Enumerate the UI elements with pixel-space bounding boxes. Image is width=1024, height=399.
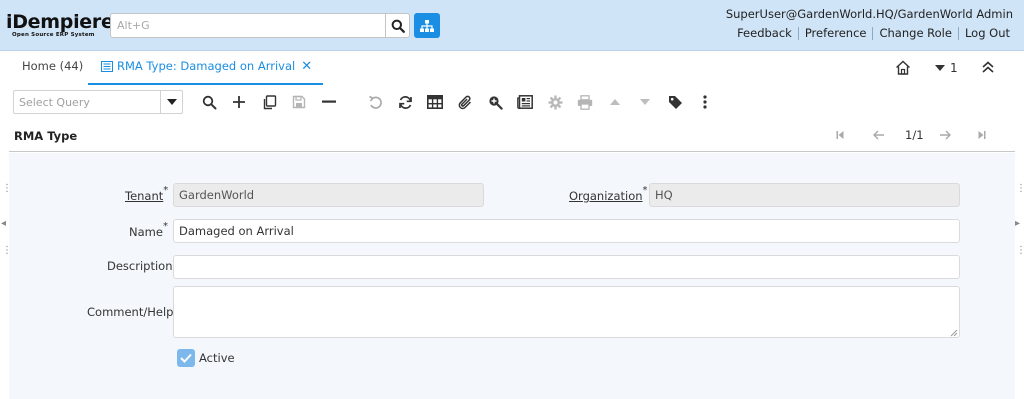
- idempiere-logo[interactable]: iDempiere Open Source ERP System: [6, 11, 114, 40]
- window-count: 1: [950, 61, 958, 75]
- required-marker: *: [162, 221, 168, 232]
- right-splitter-grip[interactable]: ⋮: [1016, 184, 1024, 194]
- zoom-icon[interactable]: [485, 92, 505, 112]
- organization-label: Organization*: [569, 185, 648, 203]
- select-query-input[interactable]: [14, 91, 160, 113]
- required-marker: *: [163, 185, 169, 196]
- refresh-icon[interactable]: [395, 92, 415, 112]
- window-toolbar: [0, 86, 1024, 118]
- tab-rma-type[interactable]: RMA Type: Damaged on Arrival ✕: [88, 59, 324, 85]
- delete-icon[interactable]: [319, 92, 339, 112]
- search-icon: [391, 19, 405, 33]
- tenant-field: GardenWorld: [173, 183, 484, 207]
- user-context[interactable]: SuperUser@GardenWorld.HQ/GardenWorld Adm…: [726, 7, 1013, 21]
- new-record-icon[interactable]: [229, 92, 249, 112]
- global-search-input[interactable]: [111, 14, 383, 37]
- window-list-dropdown[interactable]: 1: [935, 61, 958, 75]
- name-label-text: Name: [129, 224, 163, 239]
- collapse-icon[interactable]: [981, 60, 995, 77]
- record-status-bar: RMA Type 1/1: [9, 121, 1015, 152]
- tag-icon[interactable]: [665, 92, 685, 112]
- preference-link[interactable]: Preference: [797, 27, 873, 40]
- tenant-label: Tenant*: [125, 185, 169, 203]
- previous-record-icon[interactable]: [873, 129, 885, 143]
- print-icon[interactable]: [575, 92, 595, 112]
- active-tab-indicator: [88, 83, 324, 85]
- process-icon[interactable]: [545, 92, 565, 112]
- next-icon[interactable]: [635, 92, 655, 112]
- description-label: Description: [107, 259, 173, 273]
- more-icon[interactable]: [695, 92, 715, 112]
- change-role-link[interactable]: Change Role: [872, 27, 957, 40]
- next-record-icon[interactable]: [939, 129, 951, 143]
- logo-tagline: Open Source ERP System: [12, 32, 95, 38]
- tab-label: RMA Type: Damaged on Arrival: [117, 59, 296, 73]
- left-splitter-arrow[interactable]: ◂: [1, 218, 6, 229]
- name-field[interactable]: Damaged on Arrival: [173, 219, 960, 243]
- select-query: [13, 90, 183, 114]
- caret-down-icon: [935, 65, 945, 71]
- tab-home[interactable]: Home (44): [22, 59, 83, 73]
- report-icon[interactable]: [515, 92, 535, 112]
- right-splitter-arrow[interactable]: ▸: [1015, 218, 1020, 229]
- required-marker: *: [642, 185, 648, 196]
- first-record-icon[interactable]: [835, 129, 845, 143]
- home-icon[interactable]: [895, 60, 911, 78]
- comment-help-field[interactable]: [173, 286, 960, 338]
- menu-tree-button[interactable]: [414, 13, 440, 38]
- right-splitter-grip-2[interactable]: ⋮: [1016, 246, 1024, 256]
- name-label: Name*: [129, 221, 168, 239]
- active-checkbox[interactable]: [177, 349, 195, 367]
- description-field[interactable]: [173, 255, 960, 279]
- active-label[interactable]: Active: [199, 351, 235, 365]
- feedback-link[interactable]: Feedback: [731, 27, 798, 40]
- search-icon[interactable]: [199, 92, 219, 112]
- header-links: Feedback Preference Change Role Log Out: [731, 27, 1016, 40]
- tab-title: RMA Type: [14, 129, 78, 143]
- organization-field: HQ: [649, 183, 960, 207]
- record-form: Tenant* GardenWorld Organization* HQ Nam…: [9, 153, 1015, 399]
- comment-help-label: Comment/Help: [87, 305, 174, 319]
- query-dropdown-button[interactable]: [160, 91, 182, 113]
- previous-icon[interactable]: [605, 92, 625, 112]
- window-tab-bar: Home (44) RMA Type: Damaged on Arrival ✕…: [9, 51, 1015, 85]
- save-icon[interactable]: [289, 92, 309, 112]
- header-bar: iDempiere Open Source ERP System SuperUs…: [0, 0, 1024, 51]
- attachment-icon[interactable]: [455, 92, 475, 112]
- last-record-icon[interactable]: [977, 129, 987, 143]
- organization-label-text[interactable]: Organization: [569, 189, 643, 203]
- undo-icon[interactable]: [365, 92, 385, 112]
- copy-icon[interactable]: [259, 92, 279, 112]
- global-search: [110, 13, 410, 38]
- window-icon: [101, 60, 113, 72]
- logo-word: iDempiere: [6, 11, 114, 33]
- resize-grip-icon[interactable]: [950, 329, 958, 337]
- record-pager: 1/1: [905, 128, 924, 142]
- logout-link[interactable]: Log Out: [957, 27, 1016, 40]
- tenant-label-text[interactable]: Tenant: [125, 189, 163, 203]
- close-tab-icon[interactable]: ✕: [301, 60, 312, 73]
- caret-down-icon: [166, 99, 177, 105]
- grid-toggle-icon[interactable]: [425, 92, 445, 112]
- checkmark-icon: [180, 353, 192, 363]
- sitemap-icon: [420, 19, 434, 32]
- search-button[interactable]: [385, 14, 409, 37]
